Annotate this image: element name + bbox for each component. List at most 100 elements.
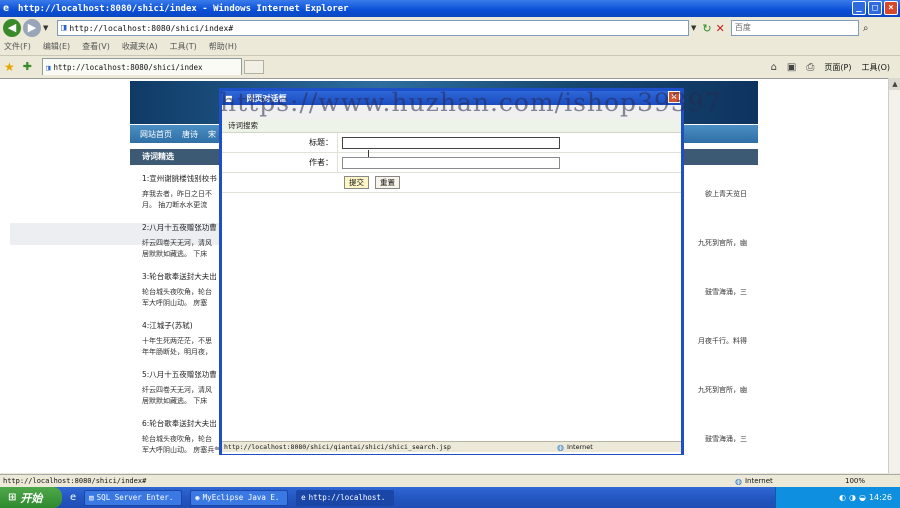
address-input[interactable]: ◨ http://localhost:8080/shici/index# <box>57 20 689 36</box>
poem-text-tail: 九死到官所，幽 <box>698 386 747 394</box>
status-url: http://localhost:8080/shici/index# <box>3 477 147 485</box>
poem-text-tail: 九死到官所，幽 <box>698 239 747 247</box>
scroll-up-icon[interactable]: ▲ <box>889 78 900 90</box>
dialog-zone: ◍ Internet <box>557 443 593 452</box>
poem-text-line2: 居默默如藏逃。 下床 <box>142 250 208 258</box>
menu-view[interactable]: 查看(V) <box>82 41 110 52</box>
back-button[interactable]: ◀ <box>3 19 21 37</box>
stop-icon[interactable]: ✕ <box>716 22 725 35</box>
tray-volume-icon[interactable]: ◑ <box>849 493 856 502</box>
menu-file[interactable]: 文件(F) <box>4 41 31 52</box>
feeds-icon[interactable]: ▣ <box>787 62 796 73</box>
nav-home[interactable]: 网站首页 <box>140 129 172 140</box>
taskbar: ⊞ 开始 e ▤ SQL Server Enter. ◉ MyEclipse J… <box>0 487 900 508</box>
task-label: http://localhost. <box>308 493 386 502</box>
poem-text-tail: 欲上青天览日 <box>705 190 747 198</box>
window-title: http://localhost:8080/shici/index - Wind… <box>18 3 349 14</box>
tab-bar: ★ ✚ ◨ http://localhost:8080/shici/index … <box>0 55 900 77</box>
system-tray: ◐ ◑ ◒ 14:26 <box>775 487 900 508</box>
watermark: https://www.huzhan.com/ishop39397 <box>220 88 722 117</box>
start-label: 开始 <box>20 491 43 505</box>
tab-label: http://localhost:8080/shici/index <box>53 62 203 72</box>
ie-icon: e <box>301 493 306 502</box>
vertical-scrollbar[interactable]: ▲ <box>888 78 900 473</box>
dialog-status-url: http://localhost:8080/shici/qiantai/shic… <box>224 443 451 451</box>
home-icon[interactable]: ⌂ <box>771 62 777 73</box>
address-url: http://localhost:8080/shici/index# <box>69 23 234 33</box>
address-toolbar: ◀ ▶ ▼ ◨ http://localhost:8080/shici/inde… <box>0 17 900 39</box>
clock: 14:26 <box>868 493 892 502</box>
poem-text-tail: 鼓雪海涌，三 <box>705 288 747 296</box>
status-zone: ◍ Internet <box>735 477 773 486</box>
nav-song[interactable]: 宋 <box>208 129 216 140</box>
tab-index[interactable]: ◨ http://localhost:8080/shici/index <box>41 58 242 75</box>
title-label: 标题： <box>222 132 338 153</box>
title-input[interactable] <box>342 136 560 149</box>
start-button[interactable]: ⊞ 开始 <box>0 487 62 508</box>
sqlserver-icon: ▤ <box>89 493 94 502</box>
maximize-button[interactable]: □ <box>868 1 882 15</box>
menu-tools[interactable]: 工具(T) <box>170 41 197 52</box>
form-row-author: 作者： <box>222 152 681 173</box>
page-menu[interactable]: 页面(P) <box>824 62 851 73</box>
poem-text-start: 弃我去者，昨日之日不 <box>142 190 212 198</box>
poem-text-line2: 月。 抽刀断水水更流 <box>142 201 208 209</box>
minimize-button[interactable]: _ <box>852 1 866 15</box>
poem-text-start: 纤云四卷天无河，清风 <box>142 239 212 247</box>
windows-flag-icon: ⊞ <box>8 492 17 503</box>
forward-button[interactable]: ▶ <box>23 19 41 37</box>
page-icon: ◨ <box>61 23 67 33</box>
window-title-bar: e http://localhost:8080/shici/index - Wi… <box>0 0 900 17</box>
reset-button[interactable]: 重置 <box>375 176 400 189</box>
task-ie[interactable]: e http://localhost. <box>296 489 395 506</box>
tools-menu[interactable]: 工具(O) <box>861 62 890 73</box>
print-icon[interactable]: ⎙ <box>806 62 814 73</box>
status-bar: http://localhost:8080/shici/index# ◍ Int… <box>0 474 900 487</box>
search-dialog: ■ 网页对话框 × 诗词搜索 标题： 作者： 提交 重置 I http://lo… <box>219 88 684 455</box>
dialog-zone-label: Internet <box>566 443 593 451</box>
favorites-star-icon[interactable]: ★ <box>4 60 15 74</box>
status-zone-label: Internet <box>744 477 773 485</box>
text-cursor-icon: I <box>367 149 370 160</box>
tray-security-icon[interactable]: ◒ <box>859 493 866 502</box>
form-row-title: 标题： <box>222 132 681 153</box>
dialog-status-bar: http://localhost:8080/shici/qiantai/shic… <box>222 441 681 452</box>
poem-text-tail: 鼓雪海涌，三 <box>705 435 747 443</box>
author-label: 作者： <box>222 152 338 173</box>
submit-button[interactable]: 提交 <box>344 176 369 189</box>
close-button[interactable]: × <box>884 1 898 15</box>
nav-tang[interactable]: 唐诗 <box>182 129 198 140</box>
new-tab-button[interactable] <box>243 59 264 74</box>
search-icon[interactable]: ⌕ <box>863 23 869 34</box>
form-buttons: 提交 重置 <box>222 173 681 193</box>
ie-icon: e <box>3 3 10 14</box>
menu-favorites[interactable]: 收藏夹(A) <box>122 41 158 52</box>
tray-network-icon[interactable]: ◐ <box>839 493 846 502</box>
poem-text-line2: 居默默如藏逃。 下床 <box>142 397 208 405</box>
poem-text-start: 纤云四卷天无河，清风 <box>142 386 212 394</box>
poem-text-start: 十年生死两茫茫，不思 <box>142 337 212 345</box>
zoom-level[interactable]: 100% <box>845 477 865 485</box>
page-icon: ◨ <box>45 62 51 72</box>
add-favorite-icon[interactable]: ✚ <box>23 60 32 73</box>
myeclipse-icon: ◉ <box>195 493 200 502</box>
poem-text-line2: 军大呼阴山动。 房塞 <box>142 299 208 307</box>
address-dropdown-icon[interactable]: ▼ <box>691 24 696 32</box>
history-dropdown-icon[interactable]: ▼ <box>43 24 51 32</box>
form-heading: 诗词搜索 <box>222 119 681 133</box>
poem-text-start: 轮台城头夜吹角，轮台 <box>142 288 212 296</box>
menu-edit[interactable]: 编辑(E) <box>43 41 70 52</box>
task-label: MyEclipse Java E. <box>202 493 280 502</box>
quicklaunch-ie-icon[interactable]: e <box>70 492 76 503</box>
globe-icon: ◍ <box>557 442 564 452</box>
task-sqlserver[interactable]: ▤ SQL Server Enter. <box>84 489 183 506</box>
search-input[interactable]: 百度 <box>730 20 859 36</box>
menu-help[interactable]: 帮助(H) <box>209 41 237 52</box>
dialog-body: 诗词搜索 标题： 作者： 提交 重置 I <box>222 119 681 454</box>
globe-icon: ◍ <box>735 476 742 486</box>
author-input[interactable] <box>342 156 560 169</box>
task-label: SQL Server Enter. <box>96 493 174 502</box>
task-myeclipse[interactable]: ◉ MyEclipse Java E. <box>190 489 289 506</box>
refresh-icon[interactable]: ↻ <box>702 22 711 35</box>
poem-text-line2: 年年肠断处，明月夜， <box>142 348 212 356</box>
